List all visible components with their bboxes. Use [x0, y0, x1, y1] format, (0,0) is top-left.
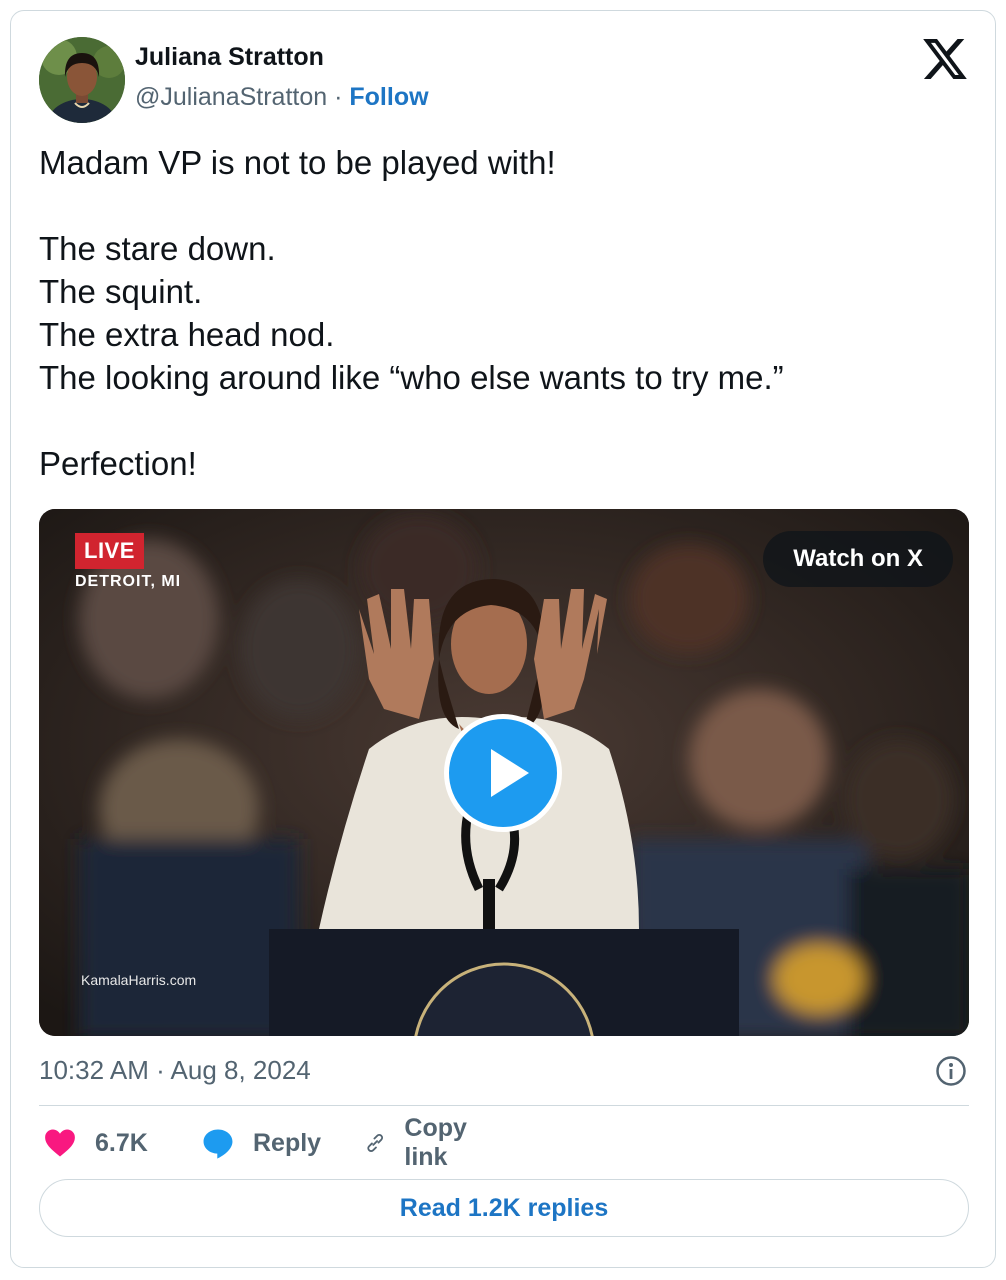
play-button[interactable] [444, 714, 562, 832]
tweet-card: Juliana Stratton @JulianaStratton · Foll… [10, 10, 996, 1268]
live-location: DETROIT, MI [75, 573, 182, 590]
reply-button[interactable]: Reply [201, 1123, 321, 1163]
tweet-line: The extra head nod. [39, 316, 335, 353]
tweet-timestamp[interactable]: 10:32 AM · Aug 8, 2024 [39, 1055, 311, 1086]
reply-icon [203, 1129, 233, 1159]
divider [39, 1105, 969, 1106]
like-button[interactable]: 6.7K [43, 1123, 148, 1163]
author-handle-row: @JulianaStratton · Follow [135, 83, 429, 112]
tweet-line: Madam VP is not to be played with! [39, 144, 556, 181]
handle-separator: · [334, 83, 343, 111]
avatar[interactable] [39, 37, 125, 123]
author-name[interactable]: Juliana Stratton [135, 43, 324, 72]
read-replies-button[interactable]: Read 1.2K replies [39, 1179, 969, 1237]
info-icon[interactable] [935, 1055, 967, 1087]
copy-link-button[interactable]: Copy link [364, 1114, 479, 1171]
tweet-text: Madam VP is not to be played with! The s… [39, 141, 969, 485]
tweet-line: Perfection! [39, 445, 197, 482]
x-logo-icon[interactable] [923, 39, 967, 79]
heart-icon [45, 1129, 75, 1157]
follow-link[interactable]: Follow [349, 83, 428, 111]
watch-on-x-button[interactable]: Watch on X [763, 531, 953, 587]
tweet-line: The stare down. [39, 230, 276, 267]
tweet-line: The squint. [39, 273, 203, 310]
author-handle[interactable]: @JulianaStratton [135, 83, 327, 111]
video-player[interactable]: LIVE DETROIT, MI Watch on X KamalaHarris… [39, 509, 969, 1036]
reply-label: Reply [253, 1128, 322, 1157]
live-badge: LIVE [75, 533, 144, 569]
link-icon [367, 1133, 383, 1153]
video-watermark: KamalaHarris.com [81, 972, 197, 988]
play-icon [491, 749, 529, 797]
copy-link-label: Copy link [404, 1114, 467, 1171]
tweet-line: The looking around like “who else wants … [39, 359, 784, 396]
like-count: 6.7K [95, 1128, 148, 1157]
